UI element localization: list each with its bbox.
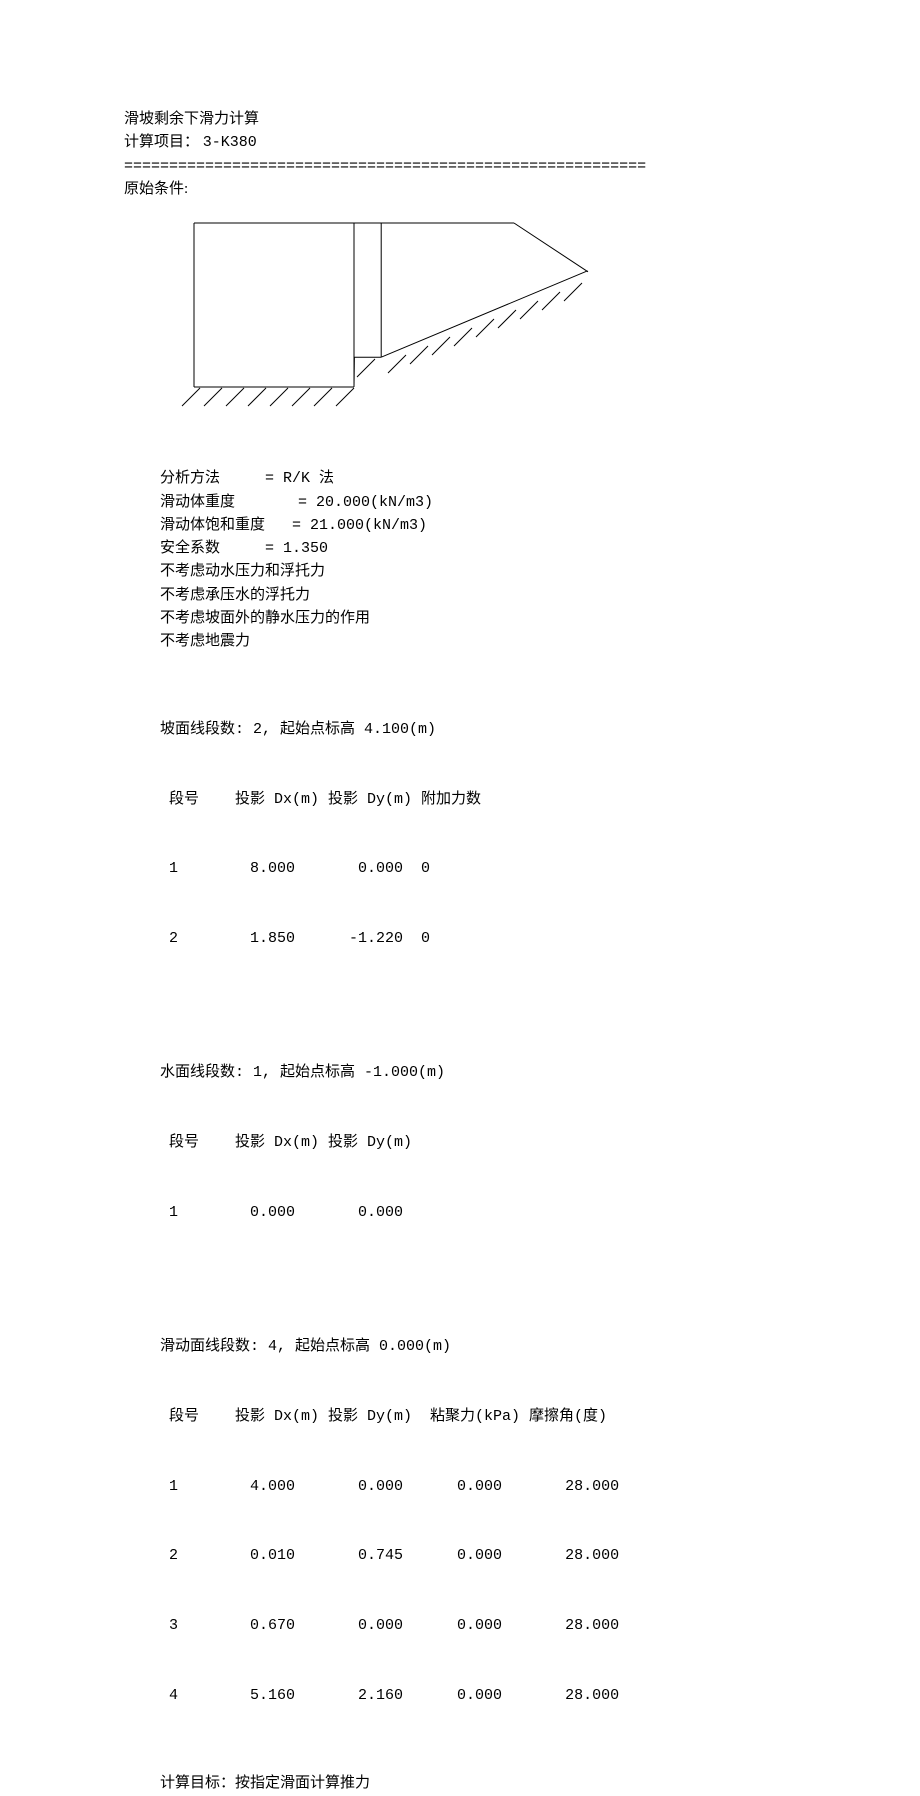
divider: ========================================… — [124, 155, 804, 178]
slip-surface-header: 滑动面线段数: 4, 起始点标高 0.000(m) — [160, 1335, 804, 1358]
page-title: 滑坡剩余下滑力计算 — [124, 108, 804, 131]
table-row: 1 0.000 0.000 — [160, 1201, 804, 1224]
slip-surface-section: 滑动面线段数: 4, 起始点标高 0.000(m) 段号 投影 Dx(m) 投影… — [124, 1289, 804, 1754]
analysis-method-value: = R/K 法 — [265, 470, 334, 487]
note-3: 不考虑坡面外的静水压力的作用 — [160, 607, 804, 630]
sat-unit-weight-label: 滑动体饱和重度 — [160, 517, 265, 534]
table-row: 4 5.160 2.160 0.000 28.000 — [160, 1684, 804, 1707]
water-surface-section: 水面线段数: 1, 起始点标高 -1.000(m) 段号 投影 Dx(m) 投影… — [124, 1015, 804, 1271]
sat-unit-weight-value: = 21.000(kN/m3) — [292, 517, 427, 534]
unit-weight-value: = 20.000(kN/m3) — [298, 494, 433, 511]
note-4: 不考虑地震力 — [160, 630, 804, 653]
project-line: 计算项目： 3-K380 — [124, 131, 804, 154]
table-row: 1 8.000 0.000 0 — [160, 857, 804, 880]
table-row: 2 0.010 0.745 0.000 28.000 — [160, 1544, 804, 1567]
table-row: 3 0.670 0.000 0.000 28.000 — [160, 1614, 804, 1637]
table-row: 2 1.850 -1.220 0 — [160, 927, 804, 950]
water-surface-header: 水面线段数: 1, 起始点标高 -1.000(m) — [160, 1061, 804, 1084]
slope-surface-header: 坡面线段数: 2, 起始点标高 4.100(m) — [160, 718, 804, 741]
water-surface-columns: 段号 投影 Dx(m) 投影 Dy(m) — [160, 1131, 804, 1154]
slope-surface-section: 坡面线段数: 2, 起始点标高 4.100(m) 段号 投影 Dx(m) 投影 … — [124, 671, 804, 997]
conditions-heading: 原始条件: — [124, 178, 804, 201]
project-name: 3-K380 — [203, 134, 257, 151]
project-label: 计算项目： — [124, 134, 199, 150]
slope-surface-columns: 段号 投影 Dx(m) 投影 Dy(m) 附加力数 — [160, 788, 804, 811]
parameters-block: 分析方法 = R/K 法 滑动体重度 = 20.000(kN/m3) 滑动体饱和… — [124, 467, 804, 653]
analysis-method-label: 分析方法 — [160, 470, 220, 487]
unit-weight-label: 滑动体重度 — [160, 494, 235, 511]
safety-factor-value: = 1.350 — [265, 540, 328, 557]
table-row: 1 4.000 0.000 0.000 28.000 — [160, 1475, 804, 1498]
calc-target: 计算目标：按指定滑面计算推力 — [124, 1772, 804, 1795]
safety-factor-label: 安全系数 — [160, 540, 220, 557]
section-diagram — [174, 207, 614, 425]
slip-surface-columns: 段号 投影 Dx(m) 投影 Dy(m) 粘聚力(kPa) 摩擦角(度) — [160, 1405, 804, 1428]
note-2: 不考虑承压水的浮托力 — [160, 584, 804, 607]
note-1: 不考虑动水压力和浮托力 — [160, 560, 804, 583]
